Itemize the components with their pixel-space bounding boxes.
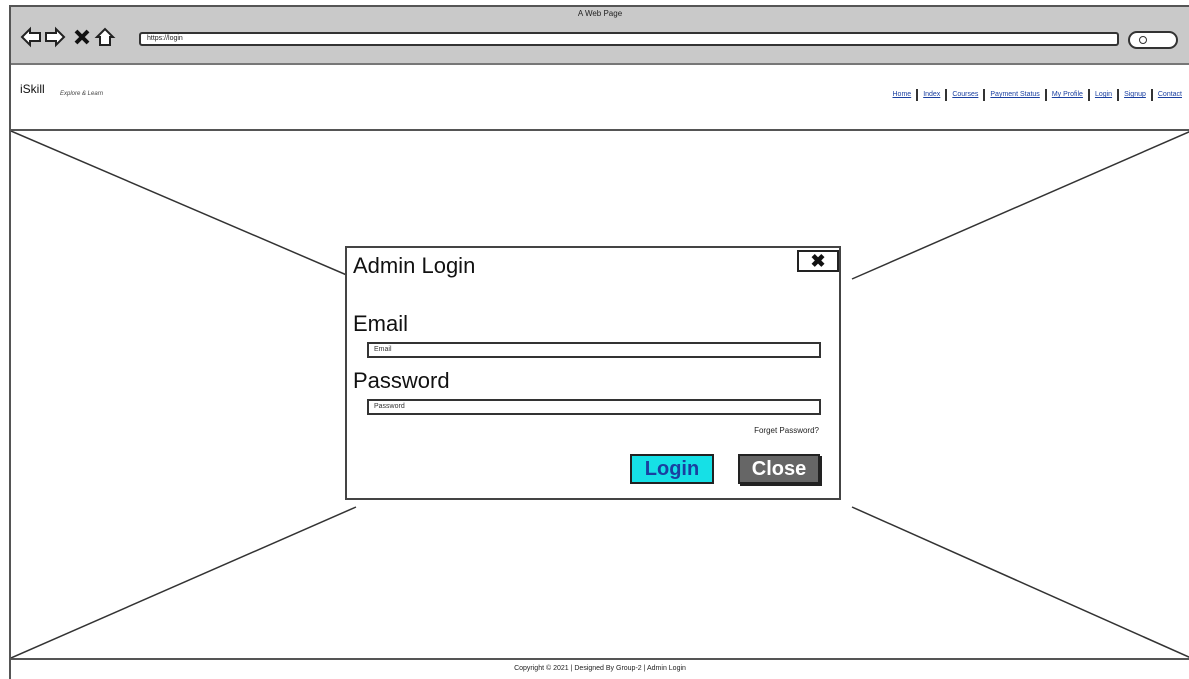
site-header: iSkill Explore & Learn Home Index Course… [11, 65, 1189, 131]
password-field[interactable]: Password [367, 399, 821, 415]
nav-link-courses[interactable]: Courses [947, 89, 986, 101]
email-label: Email [353, 311, 409, 336]
search-icon [1139, 36, 1147, 44]
nav-link-index[interactable]: Index [918, 89, 948, 101]
close-icon[interactable]: ✖ [797, 250, 839, 272]
brand-logo[interactable]: iSkill [20, 82, 45, 96]
page-footer: Copyright © 2021 | Designed By Group-2 |… [11, 658, 1189, 679]
nav-link-contact[interactable]: Contact [1153, 89, 1187, 101]
nav-link-login[interactable]: Login [1090, 89, 1120, 101]
back-arrow-icon[interactable] [20, 26, 42, 48]
nav-link-signup[interactable]: Signup [1119, 89, 1153, 101]
close-icon[interactable] [71, 26, 93, 48]
home-icon[interactable] [94, 26, 116, 48]
main-nav: Home Index Courses Payment Status My Pro… [888, 89, 1188, 101]
search-field[interactable] [1128, 31, 1178, 49]
forgot-password-link[interactable]: Forget Password? [754, 426, 819, 435]
dialog-title: Admin Login [353, 253, 476, 278]
browser-chrome: A Web Page https://login [11, 7, 1189, 65]
nav-link-home[interactable]: Home [888, 89, 919, 101]
brand-tagline: Explore & Learn [60, 91, 104, 97]
nav-link-payment-status[interactable]: Payment Status [985, 89, 1047, 101]
login-button[interactable]: Login [630, 454, 714, 484]
window-title: A Web Page [577, 9, 623, 18]
forward-arrow-icon[interactable] [44, 26, 66, 48]
url-bar[interactable]: https://login [139, 32, 1119, 46]
admin-login-dialog: Admin Login ✖ Email Email Password Passw… [345, 246, 841, 500]
email-field[interactable]: Email [367, 342, 821, 358]
password-label: Password [353, 368, 450, 393]
nav-link-my-profile[interactable]: My Profile [1047, 89, 1090, 101]
close-button[interactable]: Close [738, 454, 820, 484]
